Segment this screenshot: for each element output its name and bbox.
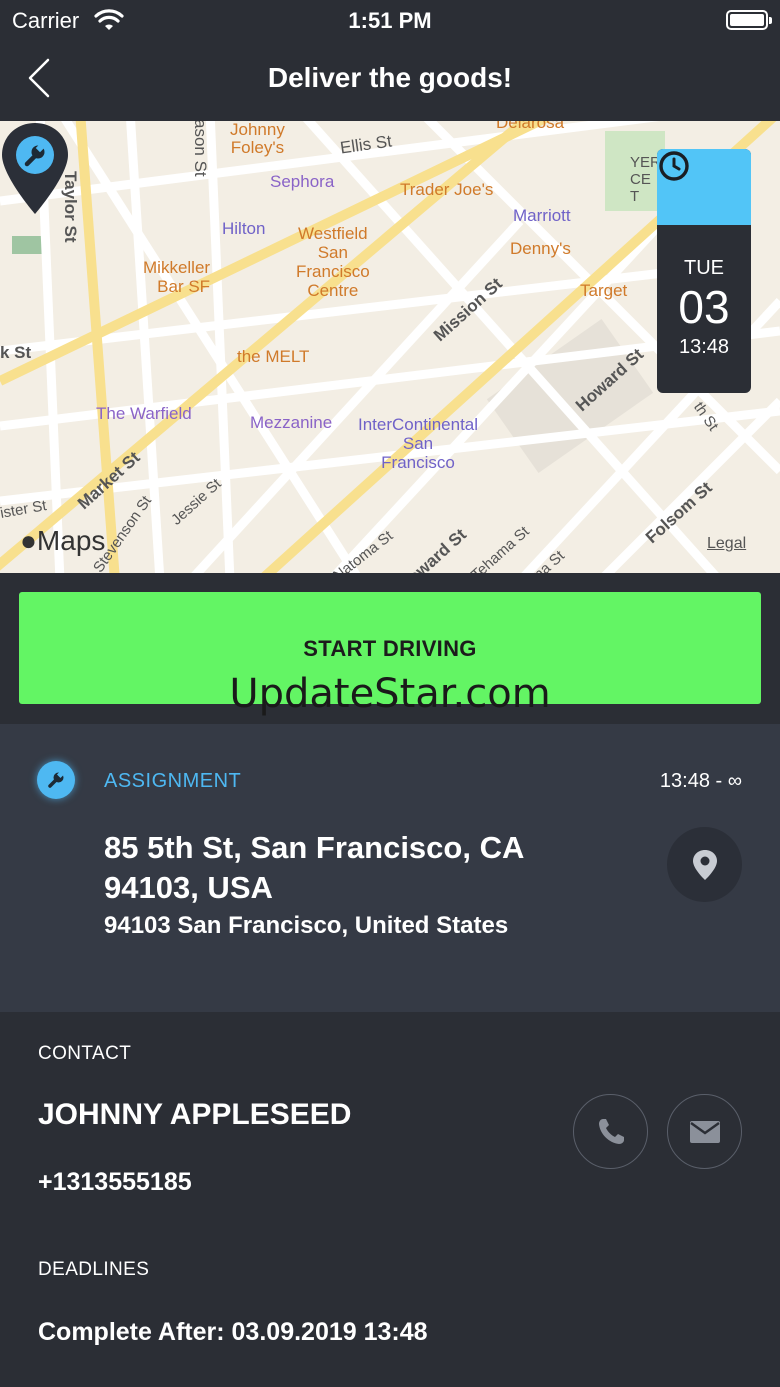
phone-icon: [598, 1118, 624, 1144]
status-bar: Carrier 1:51 PM: [0, 0, 780, 40]
call-button[interactable]: [573, 1094, 648, 1169]
maps-logo-text: Maps: [36, 525, 106, 556]
date-weekday: TUE: [684, 257, 724, 279]
map-label-the-melt: the MELT: [237, 347, 310, 366]
assignment-badge: [37, 761, 75, 799]
deadline-complete-after: Complete After: 03.09.2019 13:48: [38, 1318, 428, 1346]
watermark: UpdateStar.com: [229, 671, 551, 717]
map-label-ok-st: k St: [0, 343, 32, 362]
navigation-bar: Deliver the goods!: [0, 40, 780, 121]
map-label-mikkeller: Mikkeller Bar SF: [143, 258, 211, 296]
date-card-header: [657, 149, 751, 225]
assignment-panel: ASSIGNMENT 13:48 - ∞ 85 5th St, San Fran…: [0, 724, 780, 1012]
map-label-marriott: Marriott: [513, 206, 571, 225]
contact-phone[interactable]: +1313555185: [38, 1168, 192, 1197]
map-pin-icon[interactable]: [0, 121, 70, 216]
map-label-hilton: Hilton: [222, 219, 266, 238]
show-location-button[interactable]: [667, 827, 742, 902]
mail-icon: [689, 1120, 720, 1143]
location-pin-icon: [692, 849, 717, 880]
contact-section-label: CONTACT: [38, 1043, 132, 1064]
legal-link[interactable]: Legal: [707, 535, 746, 553]
map-label-westfield: Westfield San Francisco Centre: [296, 224, 370, 300]
map-label-sephora: Sephora: [270, 172, 335, 191]
assignment-city-line: 94103 San Francisco, United States: [104, 912, 509, 939]
email-button[interactable]: [667, 1094, 742, 1169]
deadlines-section-label: DEADLINES: [38, 1259, 150, 1280]
map-label-target: Target: [580, 281, 628, 300]
map-label-intercontinental: InterContinental San Francisco: [358, 415, 479, 472]
clock-icon: [659, 151, 689, 181]
map-label-mason: ason St: [191, 121, 210, 177]
battery-icon: [726, 10, 772, 30]
map-label-trader-joes: Trader Joe's: [400, 180, 494, 199]
status-time: 1:51 PM: [348, 8, 432, 33]
map-label-warfield: The Warfield: [96, 404, 192, 423]
contact-panel: CONTACT JOHNNY APPLESEED +1313555185 DEA…: [0, 1012, 780, 1387]
apple-maps-logo: ●Maps: [20, 525, 105, 557]
assignment-label: ASSIGNMENT: [104, 770, 242, 792]
date-card[interactable]: TUE 03 13:48: [657, 149, 751, 393]
map-label-dennys: Denny's: [510, 239, 571, 258]
date-day: 03: [678, 281, 730, 333]
map-view[interactable]: Taylor St ason St Johnny Foley's Ellis S…: [0, 121, 780, 573]
assignment-time-range: 13:48 - ∞: [659, 770, 742, 792]
apple-icon: ●: [20, 525, 37, 556]
date-time: 13:48: [678, 336, 730, 358]
page-title: Deliver the goods!: [267, 62, 513, 93]
map-label-johnny-foleys: Johnny Foley's: [230, 121, 285, 157]
contact-name: JOHNNY APPLESEED: [38, 1098, 352, 1131]
map-label-mezzanine: Mezzanine: [250, 413, 333, 432]
assignment-address: 85 5th St, San Francisco, CA 94103, USA: [104, 830, 524, 905]
action-area: START DRIVING UpdateStar.com: [0, 573, 780, 724]
map-label-delarosa: Delarosa: [496, 121, 565, 132]
wrench-icon: [48, 770, 65, 788]
